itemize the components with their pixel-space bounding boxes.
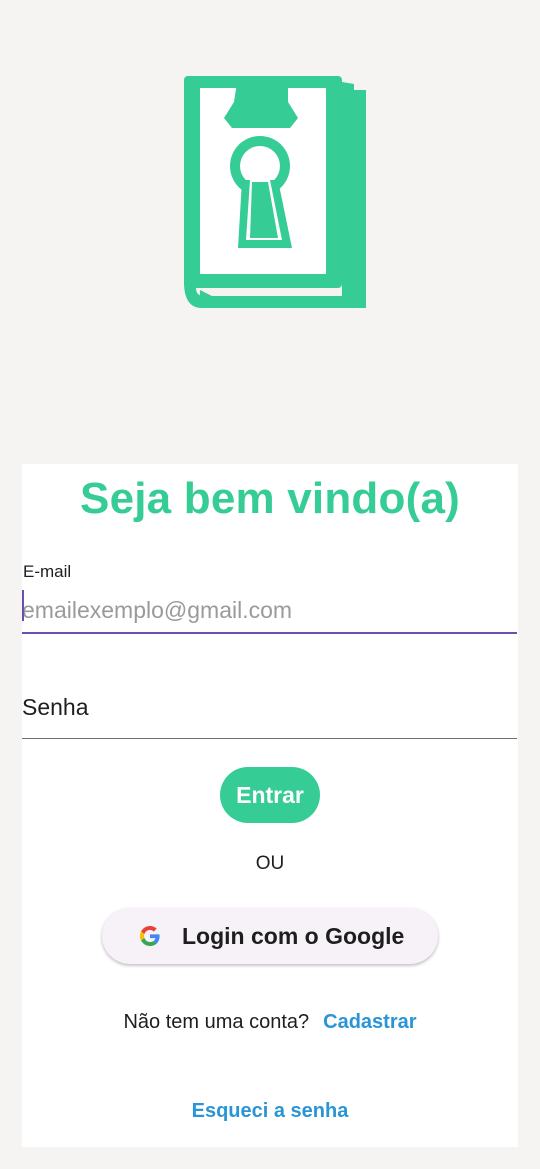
signup-link[interactable]: Cadastrar	[323, 1011, 416, 1033]
signup-row: Não tem uma conta? Cadastrar	[22, 1011, 518, 1034]
google-icon	[140, 926, 160, 946]
forgot-password-link[interactable]: Esqueci a senha	[22, 1100, 518, 1123]
login-button[interactable]: Entrar	[220, 767, 320, 823]
page-title: Seja bem vindo(a)	[80, 474, 460, 523]
password-field[interactable]	[22, 676, 517, 739]
divider-label: OU	[255, 853, 285, 874]
email-label: E-mail	[23, 562, 72, 581]
book-keyhole-icon	[184, 76, 366, 308]
login-card: Seja bem vindo(a) E-mail Entrar OU Login…	[22, 464, 518, 1147]
google-login-button[interactable]: Login com o Google	[102, 908, 438, 964]
text-cursor	[22, 590, 24, 621]
email-field[interactable]	[22, 588, 517, 634]
signup-question: Não tem uma conta?	[123, 1011, 310, 1033]
google-login-label: Login com o Google	[182, 923, 405, 949]
